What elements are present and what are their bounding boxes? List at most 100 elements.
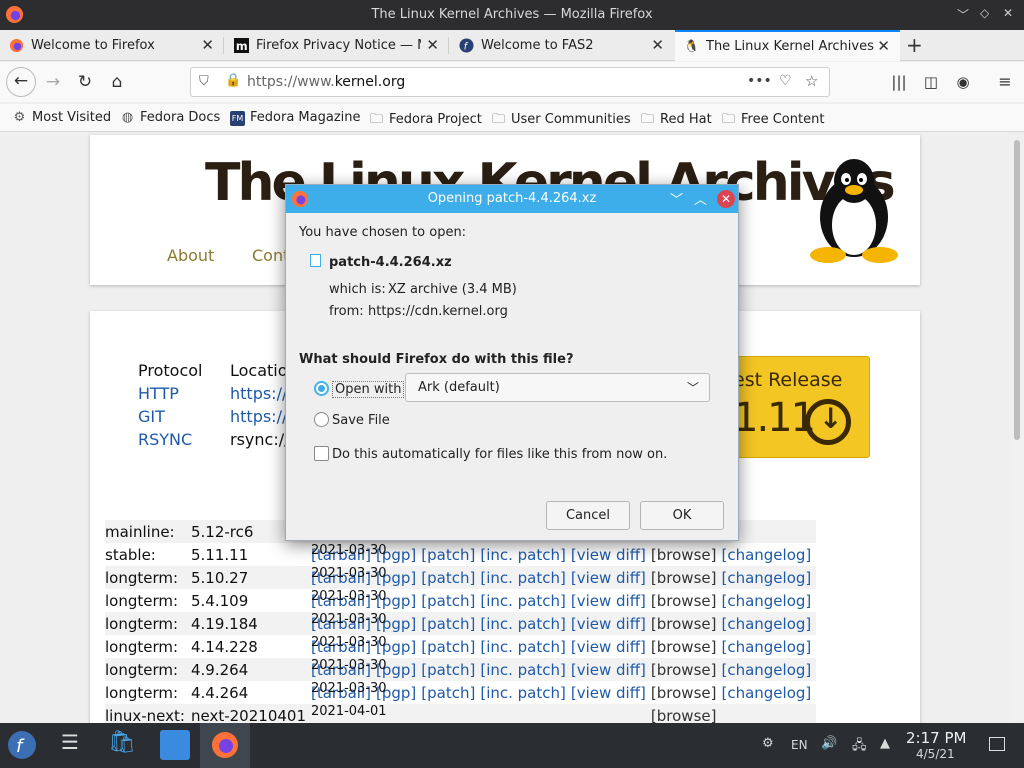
location-http[interactable]: https:// [230,384,287,403]
changelog-link[interactable]: [changelog] [721,635,816,658]
keyboard-layout[interactable]: EN [791,738,808,752]
software-store-icon[interactable]: 🛍 [107,730,137,760]
dialog-maximize-icon[interactable]: ︿ [694,189,707,208]
view-diff-link[interactable] [571,704,651,723]
view-diff-link[interactable]: [view diff] [571,681,651,704]
browse-link[interactable]: [browse] [651,566,722,589]
changelog-link[interactable]: [changelog] [721,681,816,704]
lock-icon[interactable]: 🔒 [225,73,241,88]
page-actions-icon[interactable]: ••• [747,73,772,89]
changelog-link[interactable]: [changelog] [721,658,816,681]
auto-checkbox[interactable] [314,446,329,461]
system-settings-icon[interactable]: ☰ [55,730,85,760]
menu-icon[interactable]: ≡ [992,69,1018,95]
view-diff-link[interactable]: [view diff] [571,635,651,658]
patch-link[interactable]: [patch] [421,612,480,635]
dialog-close-icon[interactable]: ✕ [717,190,735,208]
patch-link[interactable]: [patch] [421,589,480,612]
browse-link[interactable]: [browse] [651,681,722,704]
bookmark-fedora-docs[interactable]: ◍ Fedora Docs [120,110,220,125]
view-diff-link[interactable]: [view diff] [571,658,651,681]
browse-link[interactable]: [browse] [651,612,722,635]
save-file-label[interactable]: Save File [332,413,390,428]
address-bar[interactable]: ⛉ 🔒 https://www.kernel.org ••• ♡ ☆ [190,67,830,97]
changelog-link[interactable]: [changelog] [721,589,816,612]
clock-time[interactable]: 2:17 PM [906,729,966,747]
tab-fas2[interactable]: f Welcome to FAS2 ✕ [450,30,674,61]
protocol-git[interactable]: GIT [138,407,165,426]
view-diff-link[interactable]: [view diff] [571,612,651,635]
patch-link[interactable]: [patch] [421,543,480,566]
changelog-link[interactable]: [changelog] [721,566,816,589]
tab-welcome-firefox[interactable]: Welcome to Firefox ✕ [0,30,224,61]
show-desktop-icon[interactable] [989,737,1005,751]
open-with-radio[interactable] [314,381,329,396]
page-scrollbar-thumb[interactable] [1014,140,1020,440]
maximize-icon[interactable]: ◇ [980,6,989,20]
clock-date[interactable]: 4/5/21 [916,747,955,761]
vault-icon[interactable]: ⚙ [762,736,774,751]
firefox-task-icon[interactable] [210,730,240,760]
library-icon[interactable]: ||| [886,69,912,95]
dialog-minimize-icon[interactable]: ﹀ [670,189,683,208]
inc-patch-link[interactable]: [inc. patch] [480,589,571,612]
patch-link[interactable]: [patch] [421,566,480,589]
fedora-launcher-icon[interactable]: f [7,730,37,760]
browse-link[interactable]: [browse] [651,589,722,612]
view-diff-link[interactable]: [view diff] [571,543,651,566]
sidebar-icon[interactable]: ◫ [918,69,944,95]
save-file-radio[interactable] [314,412,329,427]
close-tab-icon[interactable]: ✕ [877,32,890,61]
minimize-icon[interactable]: ﹀ [957,6,969,23]
inc-patch-link[interactable] [480,704,571,723]
reload-button[interactable]: ↻ [72,69,98,95]
bookmark-star-icon[interactable]: ☆ [805,72,818,90]
bookmark-user-communities[interactable]: 🗀 User Communities [491,110,631,132]
bookmark-fedora-magazine[interactable]: FM Fedora Magazine [230,110,361,126]
close-tab-icon[interactable]: ✕ [201,30,214,61]
file-manager-icon[interactable] [160,730,190,760]
close-window-icon[interactable]: ✕ [1003,6,1013,20]
bookmark-red-hat[interactable]: 🗀 Red Hat [640,110,712,132]
inc-patch-link[interactable]: [inc. patch] [480,543,571,566]
browse-link[interactable]: [browse] [651,704,722,724]
changelog-link[interactable]: [changelog] [721,612,816,635]
close-tab-icon[interactable]: ✕ [651,30,664,61]
tab-privacy-notice[interactable]: m Firefox Privacy Notice — M ✕ [225,30,449,61]
protocol-http[interactable]: HTTP [138,384,179,403]
ok-button[interactable]: OK [640,501,724,530]
inc-patch-link[interactable]: [inc. patch] [480,658,571,681]
inc-patch-link[interactable]: [inc. patch] [480,635,571,658]
patch-link[interactable]: [patch] [421,658,480,681]
inc-patch-link[interactable]: [inc. patch] [480,681,571,704]
cancel-button[interactable]: Cancel [546,501,630,530]
patch-link[interactable] [421,704,480,723]
shield-icon[interactable]: ⛉ [199,74,209,89]
network-icon[interactable]: 🖧 [852,736,867,758]
home-button[interactable]: ⌂ [104,69,130,95]
close-tab-icon[interactable]: ✕ [426,30,439,61]
url-text[interactable]: https://www.kernel.org [247,74,405,90]
bookmark-fedora-project[interactable]: 🗀 Fedora Project [369,110,482,132]
view-diff-link[interactable]: [view diff] [571,566,651,589]
latest-release-button[interactable]: est Release 1.11 ↓ [732,356,870,458]
location-git[interactable]: https:// [230,407,287,426]
browse-link[interactable]: [browse] [651,635,722,658]
auto-label[interactable]: Do this automatically for files like thi… [332,447,667,462]
inc-patch-link[interactable]: [inc. patch] [480,612,571,635]
application-select[interactable]: Ark (default) ﹀ [405,373,710,402]
inc-patch-link[interactable]: [inc. patch] [480,566,571,589]
account-icon[interactable]: ◉ [950,69,976,95]
bookmark-free-content[interactable]: 🗀 Free Content [721,110,824,132]
open-with-label[interactable]: Open with [332,381,405,398]
changelog-link[interactable] [721,704,816,723]
patch-link[interactable]: [patch] [421,635,480,658]
volume-icon[interactable]: 🔊 [821,736,837,751]
pocket-icon[interactable]: ♡ [779,73,792,89]
nav-contact[interactable]: Cont [252,246,289,265]
back-button[interactable]: ← [6,67,36,97]
view-diff-link[interactable]: [view diff] [571,589,651,612]
browse-link[interactable]: [browse] [651,658,722,681]
nav-about[interactable]: About [167,246,214,265]
changelog-link[interactable]: [changelog] [721,543,816,566]
